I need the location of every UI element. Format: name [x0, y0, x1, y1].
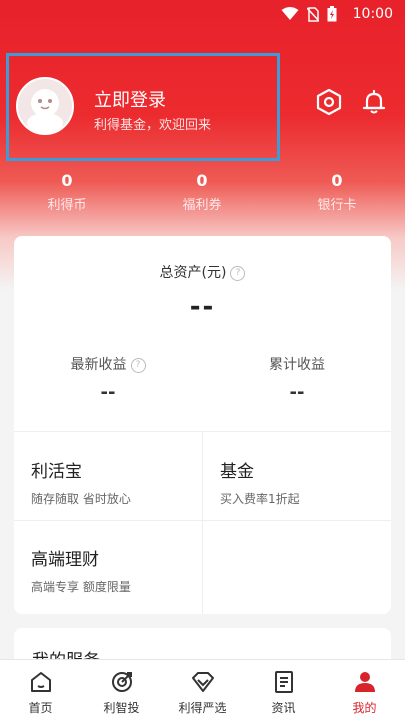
news-icon [274, 671, 293, 693]
clock: 10:00 [352, 6, 393, 22]
login-subtitle: 利得基金，欢迎回来 [94, 118, 212, 133]
total-assets-label-text: 总资产(元) [159, 265, 227, 281]
tab-selection[interactable]: 利得严选 [162, 660, 243, 721]
stat-value: 0 [61, 171, 73, 190]
stat-bank-cards[interactable]: 0 银行卡 [292, 171, 382, 213]
total-assets-label: 总资产(元)? [14, 262, 391, 282]
battery-icon [327, 6, 337, 22]
tab-label: 利得严选 [178, 701, 227, 715]
account-stats: 0 利得币 0 福利券 0 银行卡 [0, 171, 405, 219]
tab-label: 资讯 [271, 701, 296, 715]
home-icon [30, 672, 51, 692]
tab-mine[interactable]: 我的 [324, 660, 405, 721]
tab-label: 利智投 [103, 701, 140, 715]
product-desc: 高端专享 额度限量 [31, 580, 131, 594]
divider [202, 431, 203, 614]
product-title: 利活宝 [31, 462, 82, 482]
stat-coins[interactable]: 0 利得币 [22, 171, 112, 213]
help-icon[interactable]: ? [130, 357, 146, 373]
help-icon[interactable]: ? [230, 265, 246, 281]
stat-label: 利得币 [47, 198, 87, 213]
product-high-end-wealth[interactable]: 高端理财 高端专享 额度限量 [31, 545, 201, 595]
wifi-icon [281, 7, 299, 20]
target-icon [111, 672, 132, 692]
stat-label: 银行卡 [317, 198, 357, 213]
stat-label: 福利券 [182, 198, 222, 213]
latest-earnings-label: 最新收益 [70, 357, 127, 373]
stat-value: 0 [331, 171, 343, 190]
settings-hexagon-icon[interactable] [313, 86, 345, 118]
stat-coupons[interactable]: 0 福利券 [157, 171, 247, 213]
default-avatar-icon [27, 89, 63, 133]
stat-value: 0 [196, 171, 208, 190]
avatar[interactable] [16, 77, 74, 135]
no-sim-icon [307, 6, 319, 22]
cumulative-earnings-value: -- [289, 382, 305, 403]
tab-label: 首页 [28, 701, 53, 715]
product-desc: 买入费率1折起 [220, 492, 300, 506]
total-assets-value: -- [189, 292, 216, 322]
assets-card: 总资产(元)? -- 最新收益? -- 累计收益 -- 利活宝 随存随取 省时放… [14, 236, 391, 614]
tab-smart-invest[interactable]: 利智投 [81, 660, 162, 721]
bell-icon[interactable] [358, 86, 390, 118]
bottom-tab-bar: 首页 利智投 利得严选 资讯 我的 [0, 659, 405, 721]
cumulative-earnings: 累计收益 -- [203, 354, 391, 403]
cumulative-earnings-label: 累计收益 [269, 357, 325, 373]
login-title[interactable]: 立即登录 [94, 86, 166, 112]
product-desc: 随存随取 省时放心 [31, 492, 131, 506]
tab-home[interactable]: 首页 [0, 660, 81, 721]
product-title: 基金 [220, 462, 254, 482]
tab-label: 我的 [352, 701, 377, 715]
latest-earnings-value: -- [100, 382, 116, 403]
status-bar: 10:00 [0, 0, 405, 30]
latest-earnings: 最新收益? -- [14, 354, 202, 403]
product-title: 高端理财 [31, 550, 99, 570]
diamond-icon [191, 672, 214, 692]
person-icon [354, 672, 375, 692]
product-lihuobao[interactable]: 利活宝 随存随取 省时放心 [31, 457, 201, 507]
product-fund[interactable]: 基金 买入费率1折起 [220, 457, 390, 507]
tab-news[interactable]: 资讯 [243, 660, 324, 721]
